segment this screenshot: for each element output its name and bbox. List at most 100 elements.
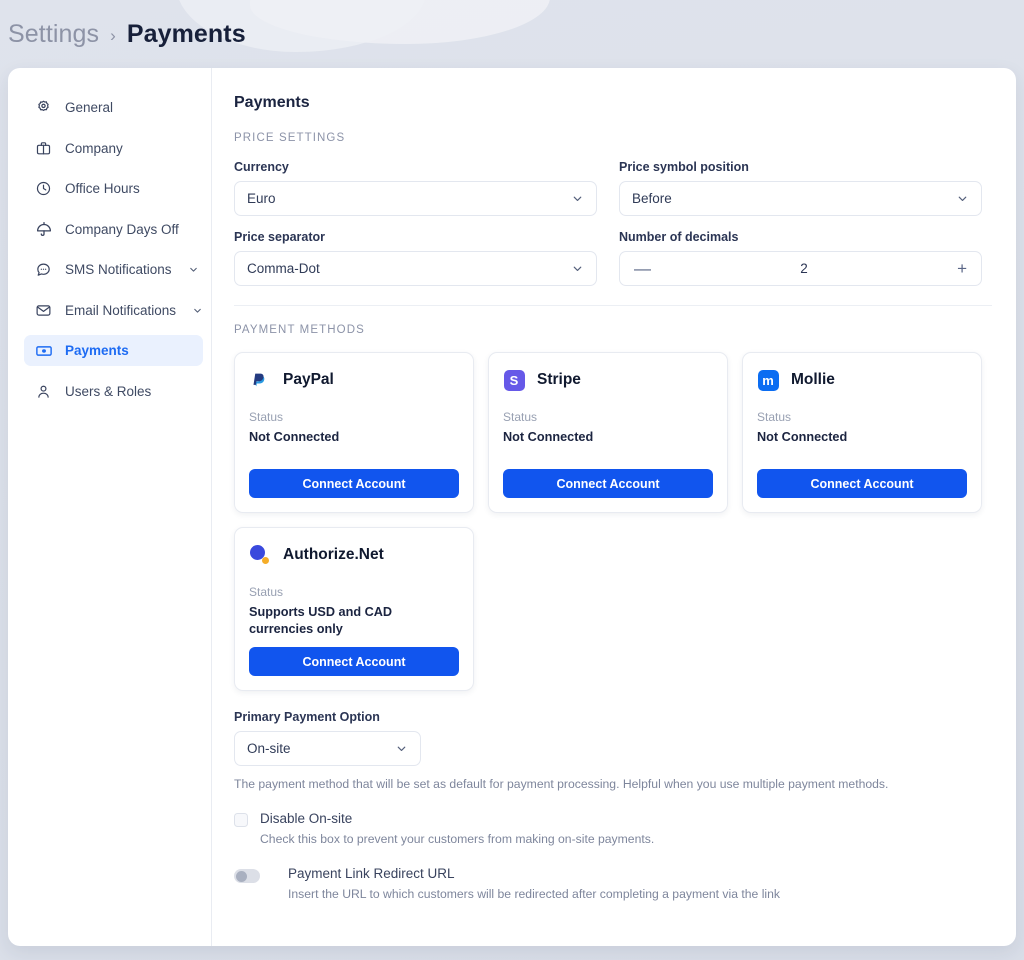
connect-account-button-mollie[interactable]: Connect Account (757, 469, 967, 499)
sidebar-item-label: Payments (65, 343, 129, 358)
payment-link-redirect-row: Payment Link Redirect URL Insert the URL… (234, 866, 992, 901)
status-value: Not Connected (757, 430, 848, 444)
primary-payment-option-value: On-site (247, 741, 291, 757)
price-separator-field: Price separator Comma-Dot (234, 230, 597, 286)
currency-label: Currency (234, 160, 289, 174)
chevron-down-icon (395, 742, 408, 755)
breadcrumb-separator-icon: › (110, 25, 116, 45)
price-settings-heading: PRICE SETTINGS (234, 132, 346, 144)
breadcrumb: Settings › Payments (8, 20, 246, 49)
currency-value: Euro (247, 191, 276, 206)
payment-methods-heading: PAYMENT METHODS (234, 324, 365, 336)
sidebar-item-payments[interactable]: Payments (24, 335, 203, 366)
settings-panel: General Company Office Hours Company Day… (8, 68, 1016, 946)
payment-link-redirect-description: Insert the URL to which customers will b… (288, 887, 781, 902)
disable-onsite-body: Disable On-site Check this box to preven… (260, 811, 654, 846)
chat-bubble-icon (34, 260, 53, 279)
price-settings-grid: Currency Euro Price symbol position Befo… (234, 160, 992, 286)
user-icon (34, 382, 53, 401)
status-value: Not Connected (503, 430, 594, 444)
price-symbol-position-select[interactable]: Before (619, 181, 982, 216)
sidebar-item-label: SMS Notifications (65, 262, 172, 277)
status-value: Not Connected (249, 430, 340, 444)
currency-field: Currency Euro (234, 160, 597, 216)
payment-method-card-row-1: PayPal Status Not Connected Connect Acco… (234, 352, 992, 514)
payment-method-name: PayPal (283, 371, 334, 388)
sidebar-item-sms-notifications[interactable]: SMS Notifications (24, 254, 203, 285)
sidebar-item-office-hours[interactable]: Office Hours (24, 173, 203, 204)
briefcase-icon (34, 139, 53, 158)
card-header: PayPal (249, 369, 459, 391)
payment-method-card-paypal: PayPal Status Not Connected Connect Acco… (234, 352, 474, 514)
sidebar-item-users-roles[interactable]: Users & Roles (24, 376, 203, 407)
breadcrumb-settings-link[interactable]: Settings (8, 20, 99, 49)
sidebar-item-company[interactable]: Company (24, 133, 203, 164)
sidebar-item-email-notifications[interactable]: Email Notifications (24, 295, 203, 326)
number-of-decimals-stepper: — 2 + (619, 251, 982, 286)
authorize-net-logo-icon (249, 544, 271, 566)
envelope-icon (34, 301, 53, 320)
decrement-button[interactable]: — (634, 260, 651, 277)
stripe-logo-icon: S (503, 369, 525, 391)
primary-payment-option-select[interactable]: On-site (234, 731, 421, 767)
card-header: m Mollie (757, 369, 967, 391)
payment-link-redirect-body: Payment Link Redirect URL Insert the URL… (272, 866, 780, 901)
number-of-decimals-value[interactable]: 2 (651, 261, 957, 276)
gear-icon (34, 98, 53, 117)
status-label: Status (249, 410, 284, 424)
sidebar-item-label: Email Notifications (65, 302, 177, 318)
price-separator-value: Comma-Dot (247, 261, 320, 276)
card-header: Authorize.Net (249, 544, 459, 566)
connect-account-button-stripe[interactable]: Connect Account (503, 469, 713, 499)
status-label: Status (503, 410, 538, 424)
section-divider (234, 305, 992, 306)
page-title: Payments (234, 94, 310, 111)
disable-onsite-row: Disable On-site Check this box to preven… (234, 811, 992, 846)
paypal-logo-icon (249, 369, 271, 391)
sidebar-item-label: Office Hours (65, 181, 140, 196)
connect-account-button-authorize-net[interactable]: Connect Account (249, 647, 459, 677)
chevron-down-icon[interactable] (188, 264, 199, 275)
payment-method-name: Stripe (537, 371, 581, 388)
disable-onsite-checkbox[interactable] (234, 813, 248, 828)
primary-payment-option-field: Primary Payment Option On-site The payme… (234, 710, 992, 791)
sidebar-item-label: General (65, 100, 114, 115)
mollie-logo-icon: m (757, 369, 779, 391)
price-symbol-position-label: Price symbol position (619, 160, 749, 174)
payment-method-name: Mollie (791, 371, 835, 388)
increment-button[interactable]: + (957, 260, 967, 277)
sidebar-item-general[interactable]: General (24, 92, 203, 123)
price-symbol-position-field: Price symbol position Before (619, 160, 982, 216)
payment-method-card-mollie: m Mollie Status Not Connected Connect Ac… (742, 352, 982, 514)
chevron-down-icon (571, 262, 584, 275)
payment-method-name: Authorize.Net (283, 546, 384, 564)
breadcrumb-current-page: Payments (126, 20, 246, 48)
banknote-icon (34, 341, 53, 360)
chevron-down-icon (571, 192, 584, 205)
umbrella-icon (34, 220, 53, 239)
payment-link-redirect-title: Payment Link Redirect URL (288, 866, 455, 882)
chevron-down-icon (956, 192, 969, 205)
sidebar-item-label: Users & Roles (65, 383, 152, 399)
currency-select[interactable]: Euro (234, 181, 597, 216)
primary-payment-option-hint: The payment method that will be set as d… (234, 777, 889, 792)
payment-method-card-row-2: Authorize.Net Status Supports USD and CA… (234, 527, 992, 692)
status-value: Supports USD and CAD currencies only (249, 605, 393, 637)
price-separator-select[interactable]: Comma-Dot (234, 251, 597, 286)
payment-method-card-stripe: S Stripe Status Not Connected Connect Ac… (488, 352, 728, 514)
payments-content: Payments PRICE SETTINGS Currency Euro Pr… (212, 68, 1016, 946)
status-label: Status (249, 585, 284, 600)
sidebar-item-company-days-off[interactable]: Company Days Off (24, 214, 203, 245)
disable-onsite-description: Check this box to prevent your customers… (260, 832, 655, 847)
payment-link-redirect-toggle[interactable] (234, 869, 260, 884)
price-symbol-position-value: Before (632, 191, 672, 206)
disable-onsite-title: Disable On-site (260, 811, 353, 827)
number-of-decimals-label: Number of decimals (619, 230, 739, 244)
toggle-knob (235, 870, 247, 882)
chevron-down-icon[interactable] (192, 305, 203, 316)
clock-icon (34, 179, 53, 198)
payment-method-card-authorize-net: Authorize.Net Status Supports USD and CA… (234, 527, 474, 692)
connect-account-button-paypal[interactable]: Connect Account (249, 469, 459, 499)
settings-sidebar: General Company Office Hours Company Day… (8, 68, 212, 946)
sidebar-item-label: Company (65, 140, 123, 156)
